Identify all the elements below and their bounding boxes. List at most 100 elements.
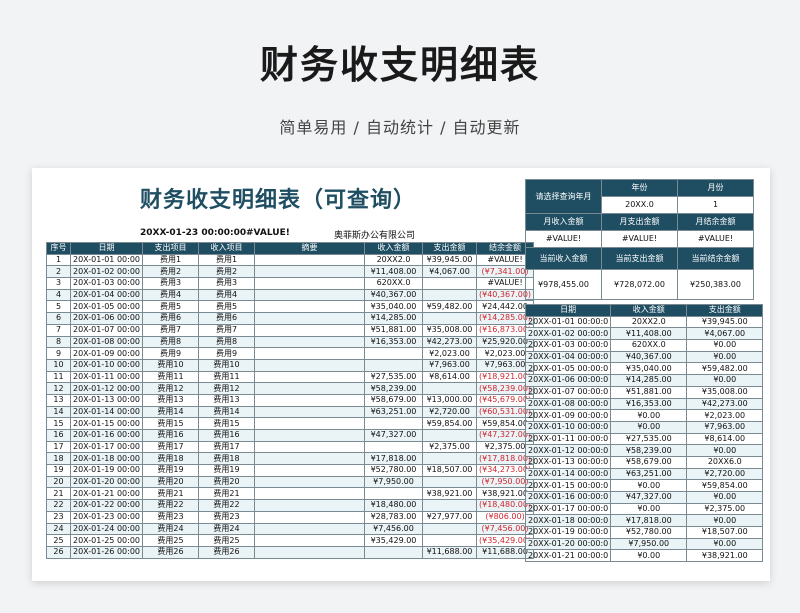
table-row[interactable]: 8 20X-01-08 00:00 费用8 费用8 ¥16,353.00 ¥42,273.… <box>46 335 535 349</box>
cell-no[interactable]: 2 <box>46 265 71 279</box>
cell-income[interactable]: ¥51,881.00 <box>364 323 423 337</box>
cell-expense-item[interactable]: 费用13 <box>142 393 199 407</box>
summary-cell-date[interactable]: 20XX-01-07 00:00:0 <box>524 385 612 399</box>
cell-memo[interactable] <box>254 312 365 325</box>
cell-expense-item[interactable]: 费用25 <box>142 534 199 547</box>
table-row[interactable]: 19 20X-01-19 00:00 费用19 费用19 ¥52,780.00 ¥18,5… <box>46 464 535 477</box>
cell-income-item[interactable]: 费用24 <box>198 522 255 536</box>
cell-expense[interactable] <box>422 429 477 442</box>
year-select[interactable]: 20XX.0 <box>601 196 678 214</box>
table-row[interactable]: 20 20X-01-20 00:00 费用20 费用20 ¥7,950.00 (¥7,95… <box>46 475 535 489</box>
cell-memo[interactable] <box>254 393 365 407</box>
summary-cell-expense[interactable]: ¥35,008.00 <box>686 385 764 399</box>
summary-cell-date[interactable]: 20XX-01-14 00:00:0 <box>524 467 612 481</box>
cell-memo[interactable] <box>254 417 365 430</box>
cell-expense-item[interactable]: 费用23 <box>142 510 199 524</box>
cell-memo[interactable] <box>254 452 365 466</box>
summary-cell-date[interactable]: 20XX-01-11 00:00:0 <box>524 432 612 446</box>
cell-income[interactable]: ¥47,327.00 <box>364 429 423 442</box>
cell-expense-item[interactable]: 费用17 <box>142 440 199 454</box>
summary-cell-income[interactable]: ¥14,285.00 <box>610 374 688 387</box>
cell-income-item[interactable]: 费用7 <box>198 323 255 337</box>
table-row[interactable]: 12 20X-01-12 00:00 费用12 费用12 ¥58,239.00 (¥58,… <box>46 382 535 395</box>
cell-date[interactable]: 20X-01-10 00:00 <box>70 358 143 372</box>
summary-cell-income[interactable]: ¥27,535.00 <box>610 432 688 446</box>
summary-cell-date[interactable]: 20XX-01-09 00:00:0 <box>524 409 612 422</box>
summary-cell-income[interactable]: ¥47,327.00 <box>610 491 688 504</box>
summary-row[interactable]: 20XX-01-13 00:00:0 ¥58,679.00 20XX6.0 <box>524 455 764 469</box>
table-row[interactable]: 21 20X-01-21 00:00 费用21 费用21 ¥38,921.00 ¥38,9… <box>46 487 535 501</box>
cell-no[interactable]: 16 <box>46 429 71 442</box>
cell-income-item[interactable]: 费用8 <box>198 335 255 349</box>
cell-date[interactable]: 20X-01-04 00:00 <box>70 288 143 302</box>
table-row[interactable]: 18 20X-01-18 00:00 费用18 费用18 ¥17,818.00 (¥17,… <box>46 452 535 466</box>
summary-row[interactable]: 20XX-01-05 00:00:0 ¥35,040.00 ¥59,482.00 <box>524 362 764 376</box>
cell-income-item[interactable]: 费用10 <box>198 358 255 372</box>
cell-expense[interactable] <box>422 288 477 302</box>
cell-expense[interactable]: ¥59,482.00 <box>422 300 477 314</box>
cell-expense[interactable]: ¥11,688.00 <box>422 545 477 559</box>
summary-row[interactable]: 20XX-01-08 00:00:0 ¥16,353.00 ¥42,273.00 <box>524 397 764 411</box>
col-header-date[interactable]: 日期 <box>70 242 143 255</box>
summary-col-income[interactable]: 收入金额 <box>610 304 688 317</box>
cell-date[interactable]: 20X-01-26 00:00 <box>70 545 143 559</box>
cell-income[interactable]: ¥40,367.00 <box>364 288 423 302</box>
cell-no[interactable]: 1 <box>46 253 71 267</box>
cell-expense-item[interactable]: 费用10 <box>142 358 199 372</box>
cell-date[interactable]: 20X-01-20 00:00 <box>70 475 143 489</box>
cell-expense-item[interactable]: 费用12 <box>142 382 199 395</box>
cell-no[interactable]: 18 <box>46 452 71 466</box>
cell-income-item[interactable]: 费用22 <box>198 499 255 512</box>
summary-cell-date[interactable]: 20XX-01-10 00:00:0 <box>524 420 612 434</box>
cell-no[interactable]: 14 <box>46 405 71 419</box>
cell-no[interactable]: 13 <box>46 393 71 407</box>
cell-date[interactable]: 20X-01-01 00:00 <box>70 253 143 267</box>
cell-expense[interactable] <box>422 312 477 325</box>
summary-row[interactable]: 20XX-01-09 00:00:0 ¥0.00 ¥2,023.00 <box>524 409 764 422</box>
summary-row[interactable]: 20XX-01-18 00:00:0 ¥17,818.00 ¥0.00 <box>524 514 764 528</box>
cell-expense-item[interactable]: 费用7 <box>142 323 199 337</box>
cell-income[interactable]: ¥52,780.00 <box>364 464 423 477</box>
summary-row[interactable]: 20XX-01-04 00:00:0 ¥40,367.00 ¥0.00 <box>524 350 764 364</box>
summary-row[interactable]: 20XX-01-20 00:00:0 ¥7,950.00 ¥0.00 <box>524 537 764 551</box>
summary-cell-date[interactable]: 20XX-01-15 00:00:0 <box>524 479 612 492</box>
cell-expense[interactable]: ¥2,720.00 <box>422 405 477 419</box>
summary-cell-income[interactable]: ¥7,950.00 <box>610 537 688 551</box>
cell-income-item[interactable]: 费用18 <box>198 452 255 466</box>
cell-expense[interactable]: ¥2,375.00 <box>422 440 477 454</box>
cell-income-item[interactable]: 费用9 <box>198 347 255 360</box>
summary-cell-income[interactable]: ¥63,251.00 <box>610 467 688 481</box>
cell-income-item[interactable]: 费用16 <box>198 429 255 442</box>
summary-row[interactable]: 20XX-01-01 00:00:0 20XX2.0 ¥39,945.00 <box>524 315 764 329</box>
cell-income[interactable]: ¥18,480.00 <box>364 499 423 512</box>
table-row[interactable]: 22 20X-01-22 00:00 费用22 费用22 ¥18,480.00 (¥18,… <box>46 499 535 512</box>
summary-row[interactable]: 20XX-01-03 00:00:0 620XX.0 ¥0.00 <box>524 339 764 352</box>
summary-cell-expense[interactable]: 20XX6.0 <box>686 455 764 469</box>
cell-no[interactable]: 20 <box>46 475 71 489</box>
cell-income-item[interactable]: 费用19 <box>198 464 255 477</box>
cell-no[interactable]: 5 <box>46 300 71 314</box>
cell-no[interactable]: 3 <box>46 277 71 290</box>
summary-row[interactable]: 20XX-01-21 00:00:0 ¥0.00 ¥38,921.00 <box>524 549 764 563</box>
cell-expense-item[interactable]: 费用4 <box>142 288 199 302</box>
company-name[interactable]: 奥菲斯办公有限公司 <box>334 228 415 241</box>
cell-income-item[interactable]: 费用6 <box>198 312 255 325</box>
summary-cell-date[interactable]: 20XX-01-12 00:00:0 <box>524 444 612 457</box>
summary-row[interactable]: 20XX-01-17 00:00:0 ¥0.00 ¥2,375.00 <box>524 502 764 516</box>
cell-no[interactable]: 12 <box>46 382 71 395</box>
summary-row[interactable]: 20XX-01-06 00:00:0 ¥14,285.00 ¥0.00 <box>524 374 764 387</box>
summary-cell-expense[interactable]: ¥0.00 <box>686 350 764 364</box>
summary-cell-income[interactable]: 620XX.0 <box>610 339 688 352</box>
cell-expense[interactable]: ¥7,963.00 <box>422 358 477 372</box>
summary-cell-expense[interactable]: ¥0.00 <box>686 339 764 352</box>
summary-cell-date[interactable]: 20XX-01-01 00:00:0 <box>524 315 612 329</box>
cell-no[interactable]: 22 <box>46 499 71 512</box>
summary-row[interactable]: 20XX-01-19 00:00:0 ¥52,780.00 ¥18,507.00 <box>524 526 764 539</box>
cell-no[interactable]: 23 <box>46 510 71 524</box>
cell-expense[interactable] <box>422 522 477 536</box>
table-row[interactable]: 13 20X-01-13 00:00 费用13 费用13 ¥58,679.00 ¥13,0… <box>46 393 535 407</box>
table-row[interactable]: 15 20X-01-15 00:00 费用15 费用15 ¥59,854.00 ¥59,8… <box>46 417 535 430</box>
cell-expense[interactable]: ¥4,067.00 <box>422 265 477 279</box>
col-header-income[interactable]: 收入金额 <box>364 242 423 255</box>
cell-income[interactable]: ¥35,040.00 <box>364 300 423 314</box>
